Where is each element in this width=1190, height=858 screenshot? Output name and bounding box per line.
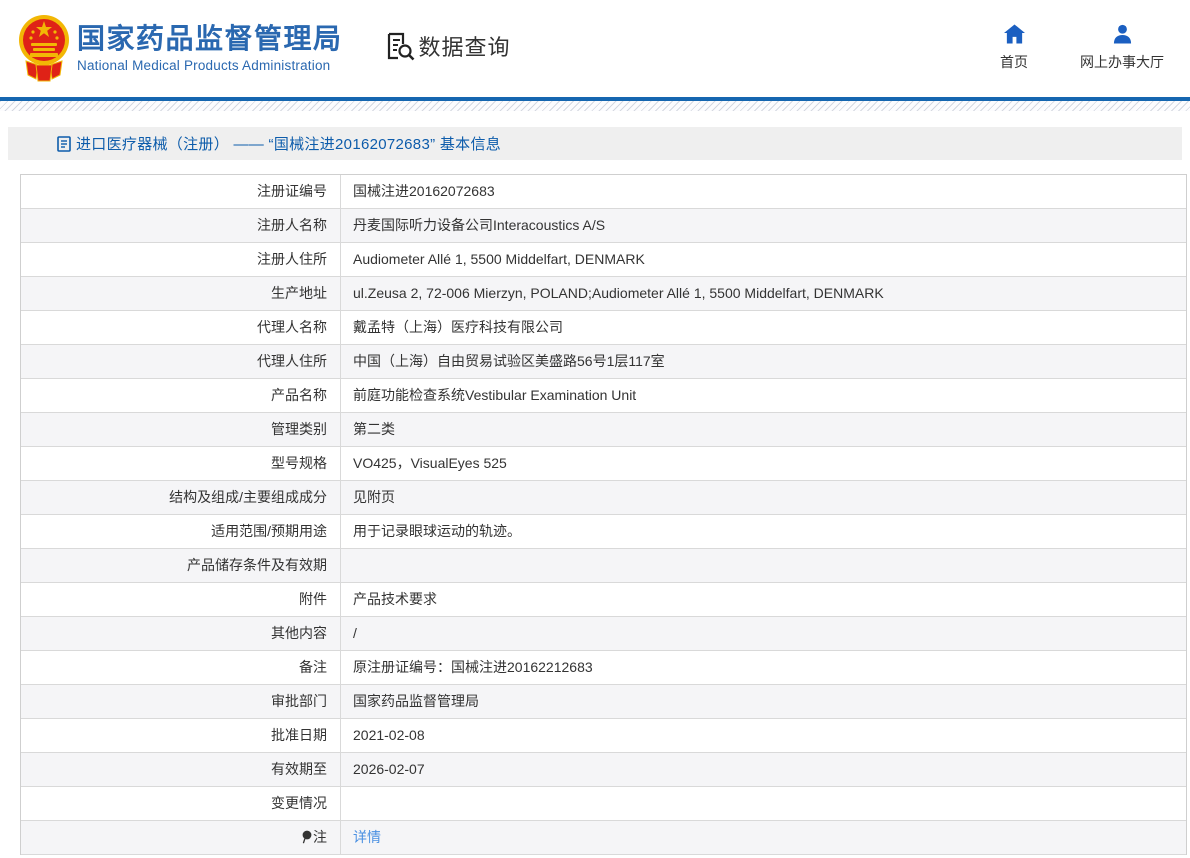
- table-row: 生产地址ul.Zeusa 2, 72-006 Mierzyn, POLAND;A…: [21, 277, 1186, 311]
- nav-item-home[interactable]: 首页: [1000, 24, 1028, 72]
- note-icon: [301, 830, 312, 844]
- table-row: 审批部门国家药品监督管理局: [21, 685, 1186, 719]
- info-table: 注册证编号国械注进20162072683注册人名称丹麦国际听力设备公司Inter…: [20, 174, 1187, 855]
- national-emblem-logo: [18, 13, 70, 87]
- row-label: 变更情况: [21, 787, 341, 820]
- row-value: 原注册证编号：国械注进20162212683: [341, 651, 1186, 684]
- row-label: 注册人名称: [21, 209, 341, 242]
- row-value: 国械注进20162072683: [341, 175, 1186, 208]
- hatch-texture-band: [0, 101, 1190, 111]
- row-value: /: [341, 617, 1186, 650]
- table-row: 代理人住所中国（上海）自由贸易试验区美盛路56号1层117室: [21, 345, 1186, 379]
- row-label: 型号规格: [21, 447, 341, 480]
- nav-hall-label: 网上办事大厅: [1080, 52, 1164, 72]
- table-row: 代理人名称戴孟特（上海）医疗科技有限公司: [21, 311, 1186, 345]
- header-nav: 首页 网上办事大厅: [1000, 24, 1164, 72]
- row-label: 适用范围/预期用途: [21, 515, 341, 548]
- row-value: [341, 549, 1186, 582]
- row-label: 审批部门: [21, 685, 341, 718]
- document-icon: [57, 136, 71, 152]
- row-label: 产品储存条件及有效期: [21, 549, 341, 582]
- row-label: 注册人住所: [21, 243, 341, 276]
- row-label: 批准日期: [21, 719, 341, 752]
- table-row: 适用范围/预期用途用于记录眼球运动的轨迹。: [21, 515, 1186, 549]
- row-label: 注: [21, 821, 341, 854]
- row-label: 注册证编号: [21, 175, 341, 208]
- row-label: 结构及组成/主要组成成分: [21, 481, 341, 514]
- table-row: 有效期至2026-02-07: [21, 753, 1186, 787]
- table-row: 其他内容/: [21, 617, 1186, 651]
- table-row: 注册人住所Audiometer Allé 1, 5500 Middelfart,…: [21, 243, 1186, 277]
- details-link[interactable]: 详情: [353, 829, 381, 845]
- nav-item-online-hall[interactable]: 网上办事大厅: [1080, 24, 1164, 72]
- row-value: 2026-02-07: [341, 753, 1186, 786]
- table-row: 批准日期2021-02-08: [21, 719, 1186, 753]
- table-row: 管理类别第二类: [21, 413, 1186, 447]
- row-label: 有效期至: [21, 753, 341, 786]
- table-row: 附件产品技术要求: [21, 583, 1186, 617]
- data-query-label: 数据查询: [419, 30, 511, 62]
- org-name-en: National Medical Products Administration: [77, 58, 343, 73]
- table-row: 产品储存条件及有效期: [21, 549, 1186, 583]
- table-row: 结构及组成/主要组成成分见附页: [21, 481, 1186, 515]
- row-value: 丹麦国际听力设备公司Interacoustics A/S: [341, 209, 1186, 242]
- row-value: VO425，VisualEyes 525: [341, 447, 1186, 480]
- row-label: 附件: [21, 583, 341, 616]
- row-value: 前庭功能检查系统Vestibular Examination Unit: [341, 379, 1186, 412]
- table-row: 型号规格VO425，VisualEyes 525: [21, 447, 1186, 481]
- row-label: 生产地址: [21, 277, 341, 310]
- row-value: 产品技术要求: [341, 583, 1186, 616]
- home-icon: [1004, 24, 1025, 44]
- nav-home-label: 首页: [1000, 52, 1028, 72]
- row-value: 见附页: [341, 481, 1186, 514]
- site-header: 国家药品监督管理局 National Medical Products Admi…: [0, 0, 1190, 97]
- table-row: 注册证编号国械注进20162072683: [21, 175, 1186, 209]
- row-value: 中国（上海）自由贸易试验区美盛路56号1层117室: [341, 345, 1186, 378]
- row-value: 用于记录眼球运动的轨迹。: [341, 515, 1186, 548]
- table-row: 注详情: [21, 821, 1186, 855]
- row-label: 代理人住所: [21, 345, 341, 378]
- org-name-cn: 国家药品监督管理局: [77, 24, 343, 55]
- table-row: 变更情况: [21, 787, 1186, 821]
- row-value: 详情: [341, 821, 1186, 854]
- row-value: 戴孟特（上海）医疗科技有限公司: [341, 311, 1186, 344]
- row-label: 管理类别: [21, 413, 341, 446]
- org-titles: 国家药品监督管理局 National Medical Products Admi…: [77, 24, 343, 74]
- row-value: 2021-02-08: [341, 719, 1186, 752]
- table-row: 备注原注册证编号：国械注进20162212683: [21, 651, 1186, 685]
- breadcrumb: 进口医疗器械（注册） —— “国械注进20162072683” 基本信息: [8, 127, 1182, 160]
- row-value: 国家药品监督管理局: [341, 685, 1186, 718]
- table-row: 注册人名称丹麦国际听力设备公司Interacoustics A/S: [21, 209, 1186, 243]
- document-search-icon: [385, 31, 415, 61]
- row-value: [341, 787, 1186, 820]
- breadcrumb-text: 进口医疗器械（注册） —— “国械注进20162072683” 基本信息: [76, 133, 501, 154]
- row-label: 其他内容: [21, 617, 341, 650]
- row-label: 备注: [21, 651, 341, 684]
- row-label: 产品名称: [21, 379, 341, 412]
- row-value: 第二类: [341, 413, 1186, 446]
- row-value: ul.Zeusa 2, 72-006 Mierzyn, POLAND;Audio…: [341, 277, 1186, 310]
- data-query-section[interactable]: 数据查询: [385, 30, 511, 62]
- table-row: 产品名称前庭功能检查系统Vestibular Examination Unit: [21, 379, 1186, 413]
- row-value: Audiometer Allé 1, 5500 Middelfart, DENM…: [341, 243, 1186, 276]
- row-label: 代理人名称: [21, 311, 341, 344]
- user-icon: [1112, 24, 1133, 44]
